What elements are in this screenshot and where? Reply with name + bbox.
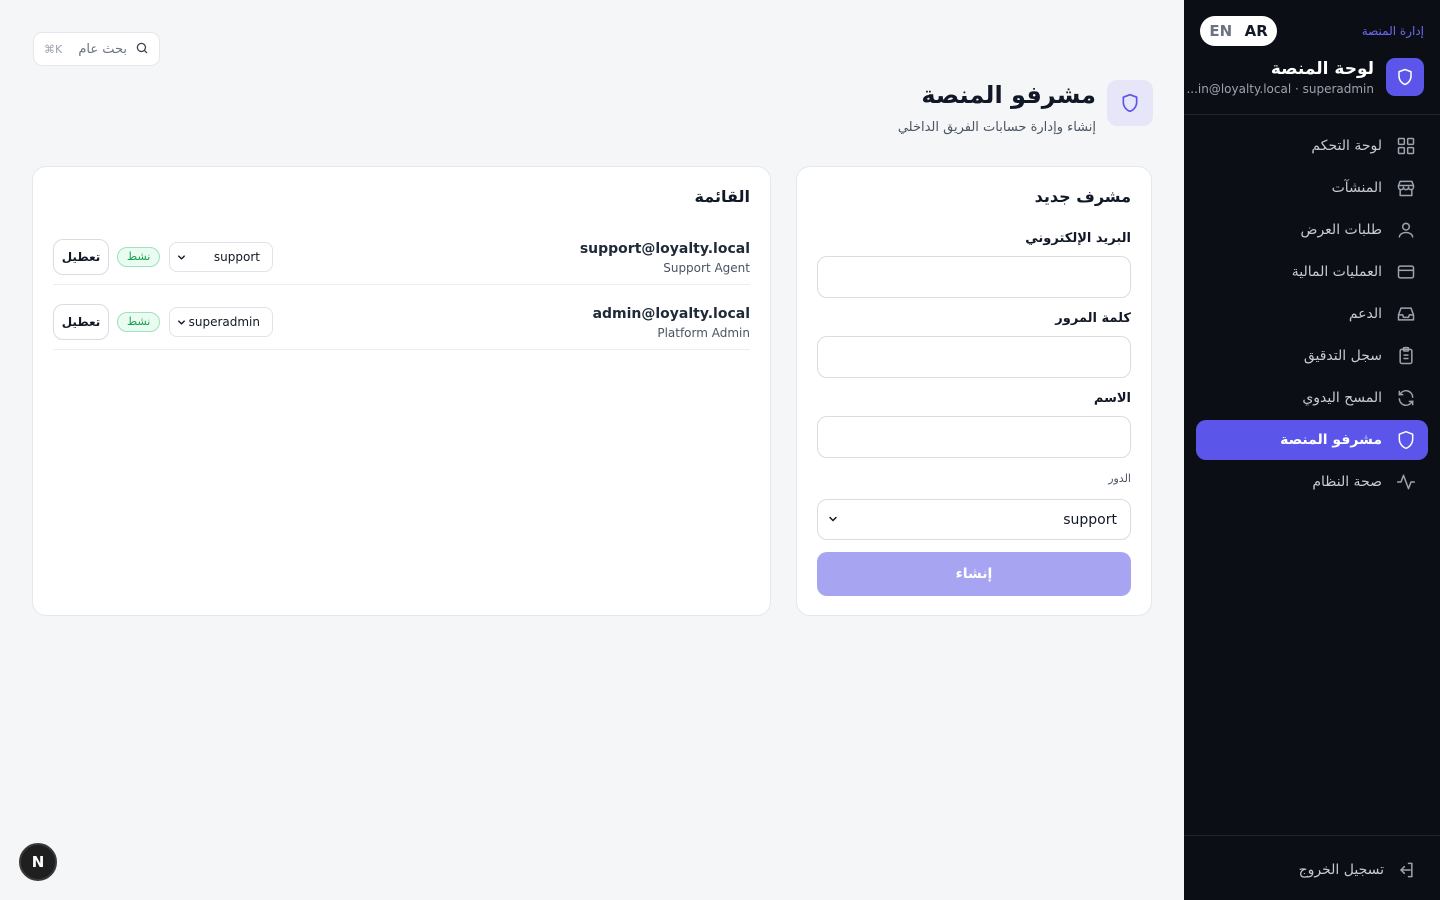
brand-title: لوحة المنصة <box>1270 59 1374 79</box>
clipboard-icon <box>1396 346 1416 366</box>
list-title: القائمة <box>694 187 750 206</box>
role-label: الدور <box>1108 472 1131 485</box>
sidebar-top: EN AR إدارة المنصة <box>1200 16 1424 46</box>
dev-tools-badge[interactable]: N <box>19 843 57 881</box>
shield-icon <box>1107 80 1153 126</box>
sidebar-item-support[interactable]: الدعم <box>1196 294 1428 334</box>
row-name: Platform Admin <box>657 326 750 340</box>
row-email: admin@loyalty.local <box>592 306 750 322</box>
sidebar-item-audit-log[interactable]: سجل التدقيق <box>1196 336 1428 376</box>
role-select[interactable]: support <box>817 499 1131 540</box>
sidebar-divider <box>1184 114 1440 115</box>
inbox-icon <box>1396 304 1416 324</box>
brand-subtitle: ...in@loyalty.local · superadmin <box>1186 82 1374 96</box>
logout-icon <box>1396 860 1416 880</box>
sidebar-item-label: سجل التدقيق <box>1303 348 1382 364</box>
lang-ar-option[interactable]: AR <box>1239 19 1275 43</box>
password-label: كلمة المرور <box>1055 311 1131 326</box>
password-field[interactable] <box>817 336 1131 378</box>
create-button[interactable]: إنشاء <box>817 552 1131 596</box>
row-role-select[interactable]: support <box>169 242 273 272</box>
status-badge: نشط <box>117 247 161 267</box>
chevron-down-icon <box>176 248 187 267</box>
admin-list-card: القائمة support@loyalty.local Support Ag… <box>32 166 771 616</box>
shield-icon <box>1386 58 1424 96</box>
row-role-value: support <box>213 250 260 264</box>
store-icon <box>1396 178 1416 198</box>
sidebar-nav: لوحة التحكم المنشآت طلبات العرض العمليات… <box>1196 126 1428 504</box>
status-badge: نشط <box>117 312 161 332</box>
page-title: مشرفو المنصة <box>921 81 1096 109</box>
sidebar-item-dashboard[interactable]: لوحة التحكم <box>1196 126 1428 166</box>
page-subtitle: إنشاء وإدارة حسابات الفريق الداخلي <box>897 120 1096 135</box>
sidebar-item-label: الدعم <box>1348 306 1382 322</box>
language-switch[interactable]: EN AR <box>1200 16 1277 46</box>
shield-icon <box>1396 430 1416 450</box>
row-email: support@loyalty.local <box>579 241 750 257</box>
table-row: support@loyalty.local Support Agent supp… <box>53 235 750 285</box>
email-field[interactable] <box>817 256 1131 298</box>
search-icon <box>135 40 149 59</box>
sidebar-item-financial[interactable]: العمليات المالية <box>1196 252 1428 292</box>
refresh-icon <box>1396 388 1416 408</box>
chevron-down-icon <box>827 510 839 529</box>
user-icon <box>1396 220 1416 240</box>
sidebar-item-businesses[interactable]: المنشآت <box>1196 168 1428 208</box>
new-admin-card: مشرف جديد البريد الإلكتروني كلمة المرور … <box>796 166 1152 616</box>
sidebar-item-label: العمليات المالية <box>1291 264 1382 280</box>
email-label: البريد الإلكتروني <box>1025 231 1131 246</box>
logout-button[interactable]: تسجيل الخروج <box>1299 860 1416 880</box>
brand: لوحة المنصة ...in@loyalty.local · supera… <box>1186 58 1424 100</box>
grid-icon <box>1396 136 1416 156</box>
sidebar-item-label: مشرفو المنصة <box>1280 432 1382 448</box>
name-field[interactable] <box>817 416 1131 458</box>
sidebar-item-label: المنشآت <box>1331 180 1382 196</box>
sidebar-item-label: المسح اليدوي <box>1302 390 1382 406</box>
row-name: Support Agent <box>663 261 750 275</box>
activity-icon <box>1396 472 1416 492</box>
row-role-select[interactable]: superadmin <box>169 307 273 337</box>
name-label: الاسم <box>1093 391 1131 406</box>
logout-label: تسجيل الخروج <box>1298 862 1384 878</box>
lang-en-option[interactable]: EN <box>1203 19 1239 43</box>
sidebar-item-label: صحة النظام <box>1312 474 1382 490</box>
sidebar-item-label: لوحة التحكم <box>1311 138 1382 154</box>
sidebar: EN AR إدارة المنصة لوحة المنصة ...in@loy… <box>1184 0 1440 900</box>
chevron-down-icon <box>176 313 187 332</box>
search-shortcut: ⌘K <box>44 42 63 56</box>
sidebar-section-label: إدارة المنصة <box>1361 24 1424 38</box>
sidebar-item-platform-admins[interactable]: مشرفو المنصة <box>1196 420 1428 460</box>
disable-button[interactable]: تعطيل <box>53 304 109 340</box>
row-role-value: superadmin <box>188 315 260 329</box>
sidebar-item-manual-scan[interactable]: المسح اليدوي <box>1196 378 1428 418</box>
sidebar-item-system-health[interactable]: صحة النظام <box>1196 462 1428 502</box>
sidebar-footer-divider <box>1184 835 1440 836</box>
disable-button[interactable]: تعطيل <box>53 239 109 275</box>
sidebar-item-offer-requests[interactable]: طلبات العرض <box>1196 210 1428 250</box>
sidebar-item-label: طلبات العرض <box>1300 222 1382 238</box>
card-icon <box>1396 262 1416 282</box>
search-placeholder: بحث عام <box>78 41 127 57</box>
search-input[interactable]: ⌘K بحث عام <box>33 32 160 66</box>
role-select-value: support <box>1063 511 1117 528</box>
table-row: admin@loyalty.local Platform Admin super… <box>53 300 750 350</box>
new-admin-title: مشرف جديد <box>1034 187 1131 206</box>
